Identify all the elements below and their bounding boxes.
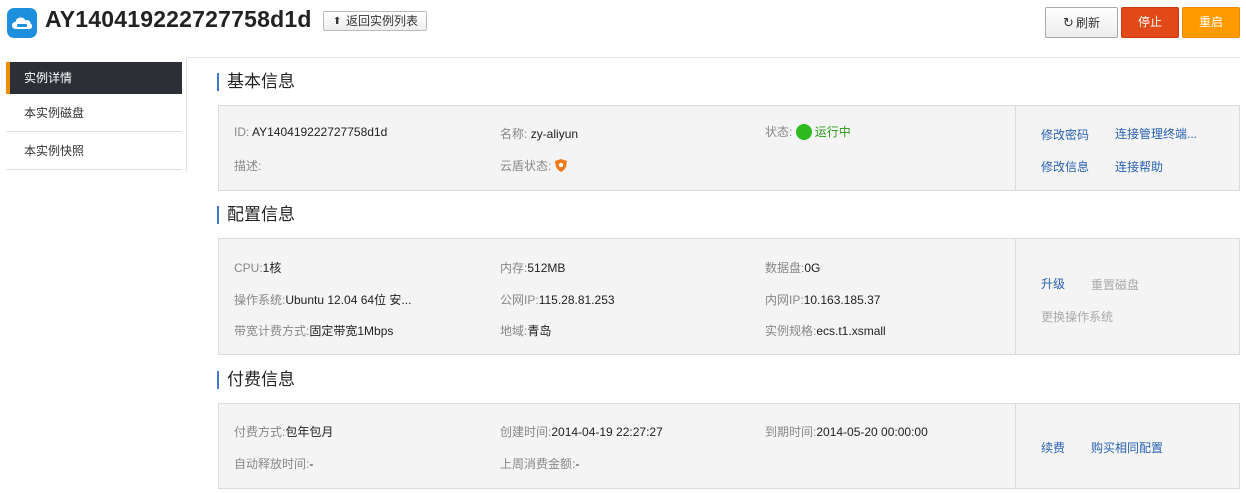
region-label: 地域: xyxy=(500,324,528,338)
created-time-label: 创建时间: xyxy=(500,425,552,439)
data-disk-field: 数据盘:0G xyxy=(765,259,820,276)
bandwidth-billing-value: 固定带宽1Mbps xyxy=(309,324,394,338)
id-field: ID: AY140419222727758d1d xyxy=(234,125,387,139)
upgrade-link[interactable]: 升级 xyxy=(1041,275,1065,292)
id-label: ID: xyxy=(234,125,250,139)
ecs-cloud-logo-icon xyxy=(7,8,37,38)
id-value: AY140419222727758d1d xyxy=(252,125,388,139)
created-time-field: 创建时间:2014-04-19 22:27:27 xyxy=(500,423,663,440)
private-ip-value: 10.163.185.37 xyxy=(803,293,881,307)
expire-time-value: 2014-05-20 00:00:00 xyxy=(816,425,928,439)
change-os-link[interactable]: 更换操作系统 xyxy=(1041,308,1113,325)
shield-icon xyxy=(554,159,567,175)
os-field: 操作系统:Ubuntu 12.04 64位 安... xyxy=(234,291,411,308)
region-value: 青岛 xyxy=(527,324,552,338)
sidebar-item-instance-disks[interactable]: 本实例磁盘 xyxy=(6,95,182,132)
cpu-field: CPU:1核 xyxy=(234,259,281,276)
name-label: 名称: xyxy=(500,127,528,141)
billing-info-panel: 付费方式:包年包月 创建时间:2014-04-19 22:27:27 到期时间:… xyxy=(218,403,1240,489)
memory-label: 内存: xyxy=(500,261,528,275)
data-disk-label: 数据盘: xyxy=(765,261,805,275)
config-info-panel: CPU:1核 内存:512MB 数据盘:0G 操作系统:Ubuntu 12.04… xyxy=(218,238,1240,355)
section-title-config: 配置信息 xyxy=(217,205,295,225)
memory-value: 512MB xyxy=(527,261,566,275)
connect-terminal-link[interactable]: 连接管理终端... xyxy=(1115,125,1197,142)
basic-info-panel: ID: AY140419222727758d1d 名称: zy-aliyun 状… xyxy=(218,105,1240,191)
running-status-icon xyxy=(795,124,812,140)
os-value: Ubuntu 12.04 64位 安... xyxy=(285,293,412,307)
section-title-billing: 付费信息 xyxy=(217,370,295,390)
instance-spec-value: ecs.t1.xsmall xyxy=(816,324,886,338)
page-title: AY140419222727758d1d xyxy=(45,6,312,32)
connect-help-link[interactable]: 连接帮助 xyxy=(1115,158,1163,175)
public-ip-field: 公网IP:115.28.81.253 xyxy=(500,291,615,308)
instance-spec-label: 实例规格: xyxy=(765,324,817,338)
last-week-spend-field: 上周消费金额:- xyxy=(500,455,579,472)
page-header: AY140419222727758d1d ⬆ 返回实例列表 ↻ 刷新 停止 重启 xyxy=(0,0,1246,50)
name-value: zy-aliyun xyxy=(530,127,579,141)
sidebar-item-instance-details[interactable]: 实例详情 xyxy=(6,62,182,94)
auto-release-label: 自动释放时间: xyxy=(234,457,310,471)
memory-field: 内存:512MB xyxy=(500,259,565,276)
back-to-list-label: 返回实例列表 xyxy=(346,14,419,28)
description-field: 描述: xyxy=(234,157,261,174)
created-time-value: 2014-04-19 22:27:27 xyxy=(551,425,663,439)
payment-method-field: 付费方式:包年包月 xyxy=(234,423,333,440)
last-week-spend-label: 上周消费金额: xyxy=(500,457,576,471)
description-label: 描述: xyxy=(234,159,262,173)
status-label: 状态: xyxy=(765,125,793,139)
sidebar: 实例详情 本实例磁盘 本实例快照 xyxy=(6,58,187,172)
payment-method-label: 付费方式: xyxy=(234,425,286,439)
cpu-value: 1核 xyxy=(262,261,282,275)
status-field: 状态: 运行中 xyxy=(765,123,851,140)
expire-time-field: 到期时间:2014-05-20 00:00:00 xyxy=(765,423,928,440)
panel-divider xyxy=(1015,239,1016,354)
sidebar-item-instance-snapshots[interactable]: 本实例快照 xyxy=(6,133,182,170)
arrow-up-icon: ⬆ xyxy=(333,16,342,27)
section-title-basic: 基本信息 xyxy=(217,72,295,92)
region-field: 地域:青岛 xyxy=(500,322,551,339)
name-field: 名称: zy-aliyun xyxy=(500,125,578,142)
private-ip-label: 内网IP: xyxy=(765,293,804,307)
back-to-list-button[interactable]: ⬆ 返回实例列表 xyxy=(323,11,428,31)
renew-link[interactable]: 续费 xyxy=(1041,439,1065,456)
change-password-link[interactable]: 修改密码 xyxy=(1041,126,1089,143)
modify-info-link[interactable]: 修改信息 xyxy=(1041,158,1089,175)
payment-method-value: 包年包月 xyxy=(285,425,334,439)
buy-same-config-link[interactable]: 购买相同配置 xyxy=(1091,439,1163,456)
refresh-label: 刷新 xyxy=(1075,16,1100,30)
auto-release-value: - xyxy=(309,457,314,471)
os-label: 操作系统: xyxy=(234,293,286,307)
cloud-shield-field: 云盾状态: xyxy=(500,157,567,175)
reset-disk-link[interactable]: 重置磁盘 xyxy=(1091,276,1139,293)
cloud-shield-label: 云盾状态: xyxy=(500,159,552,173)
data-disk-value: 0G xyxy=(804,261,821,275)
private-ip-field: 内网IP:10.163.185.37 xyxy=(765,291,880,308)
public-ip-value: 115.28.81.253 xyxy=(538,293,615,307)
bandwidth-billing-field: 带宽计费方式:固定带宽1Mbps xyxy=(234,322,393,339)
stop-button[interactable]: 停止 xyxy=(1121,7,1179,38)
header-divider xyxy=(187,57,1240,58)
bandwidth-billing-label: 带宽计费方式: xyxy=(234,324,310,338)
instance-spec-field: 实例规格:ecs.t1.xsmall xyxy=(765,322,886,339)
restart-button[interactable]: 重启 xyxy=(1182,7,1240,38)
panel-divider xyxy=(1015,404,1016,488)
public-ip-label: 公网IP: xyxy=(500,293,539,307)
last-week-spend-value: - xyxy=(575,457,580,471)
auto-release-field: 自动释放时间:- xyxy=(234,455,313,472)
refresh-button[interactable]: ↻ 刷新 xyxy=(1045,7,1118,38)
refresh-icon: ↻ xyxy=(1063,15,1074,30)
expire-time-label: 到期时间: xyxy=(765,425,817,439)
cpu-label: CPU: xyxy=(234,261,263,275)
status-value: 运行中 xyxy=(814,125,851,139)
panel-divider xyxy=(1015,106,1016,190)
